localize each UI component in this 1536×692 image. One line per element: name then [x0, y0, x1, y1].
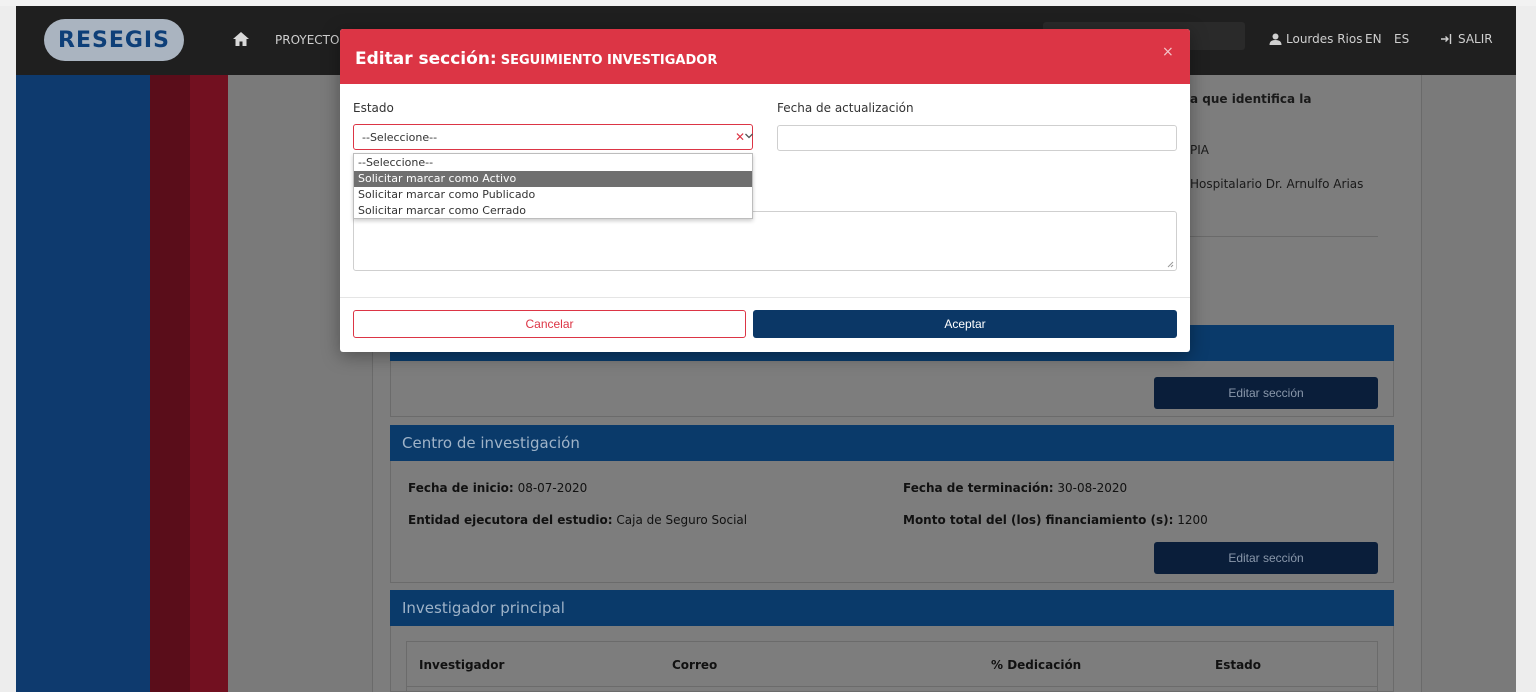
user-menu[interactable]: Lourdes Rios: [1269, 32, 1362, 46]
chevron-down-icon[interactable]: [745, 133, 753, 139]
logout-icon: [1441, 34, 1452, 44]
user-name: Lourdes Rios: [1286, 32, 1363, 46]
modal-header: Editar sección: SEGUIMIENTO INVESTIGADOR …: [340, 29, 1190, 84]
edit-section-modal: Editar sección: SEGUIMIENTO INVESTIGADOR …: [340, 29, 1190, 352]
nav-projects-link[interactable]: PROYECTO: [275, 33, 339, 47]
sidebar-red-stripe: [190, 75, 228, 692]
start-date-value: 08-07-2020: [517, 481, 588, 495]
sidebar-blue-stripe: [16, 75, 150, 692]
logo-text: RESEGIS: [58, 27, 170, 53]
status-dropdown-list: --Seleccione-- Solicitar marcar como Act…: [353, 153, 753, 219]
lang-en-link[interactable]: EN: [1365, 32, 1382, 46]
resize-grip-icon[interactable]: [1167, 261, 1174, 268]
bg-divider: [1186, 236, 1378, 237]
logo[interactable]: RESEGIS: [44, 19, 184, 61]
bg-identify-text: a que identifica la: [1190, 92, 1312, 106]
accept-button[interactable]: Aceptar: [753, 310, 1177, 338]
funding-label: Monto total del (los) financiamiento (s)…: [903, 513, 1174, 527]
table-header-dedication: % Dedicación: [991, 658, 1082, 672]
start-date-label: Fecha de inicio:: [408, 481, 514, 495]
dropdown-option-select[interactable]: --Seleccione--: [354, 155, 752, 171]
edit-section-button-1[interactable]: Editar sección: [1154, 377, 1378, 409]
dropdown-option-active[interactable]: Solicitar marcar como Activo: [354, 171, 752, 187]
modal-title-text: Editar sección:: [355, 49, 497, 69]
update-date-input[interactable]: [777, 125, 1177, 151]
observations-textarea[interactable]: [353, 211, 1177, 271]
end-date-field: Fecha de terminación: 30-08-2020: [903, 481, 1127, 495]
end-date-value: 30-08-2020: [1057, 481, 1128, 495]
table-header-status: Estado: [1215, 658, 1262, 672]
dropdown-option-closed[interactable]: Solicitar marcar como Cerrado: [354, 203, 752, 219]
funding-field: Monto total del (los) financiamiento (s)…: [903, 513, 1208, 527]
funding-value: 1200: [1177, 513, 1208, 527]
investigator-table: Investigador Correo % Dedicación Estado: [406, 641, 1378, 692]
clear-selection-icon[interactable]: ✕: [735, 131, 745, 143]
start-date-field: Fecha de inicio: 08-07-2020: [408, 481, 587, 495]
modal-footer-divider: [340, 297, 1190, 298]
home-icon[interactable]: [232, 31, 250, 47]
table-header-email: Correo: [672, 658, 718, 672]
entity-value: Caja de Seguro Social: [616, 513, 748, 527]
sidebar-darkred-stripe: [150, 75, 190, 692]
end-date-label: Fecha de terminación:: [903, 481, 1054, 495]
status-select[interactable]: --Seleccione-- ✕: [353, 124, 753, 150]
date-label: Fecha de actualización: [777, 101, 914, 115]
section-header-research-center: Centro de investigación: [390, 425, 1394, 461]
section-header-principal-investigator: Investigador principal: [390, 590, 1394, 626]
table-header-investigator: Investigador: [419, 658, 505, 672]
logout-label: SALIR: [1458, 32, 1493, 46]
modal-title-section: SEGUIMIENTO INVESTIGADOR: [500, 53, 718, 68]
modal-title: Editar sección: SEGUIMIENTO INVESTIGADOR: [355, 49, 717, 69]
cancel-button[interactable]: Cancelar: [353, 310, 746, 338]
table-row-divider: [407, 686, 1377, 687]
bg-pia-text: PIA: [1190, 143, 1209, 157]
status-label: Estado: [353, 101, 394, 115]
entity-field: Entidad ejecutora del estudio: Caja de S…: [408, 513, 747, 527]
user-icon: [1269, 33, 1282, 45]
lang-es-link[interactable]: ES: [1394, 32, 1409, 46]
status-select-value: --Seleccione--: [362, 131, 438, 144]
dropdown-option-published[interactable]: Solicitar marcar como Publicado: [354, 187, 752, 203]
entity-label: Entidad ejecutora del estudio:: [408, 513, 613, 527]
edit-section-button-2[interactable]: Editar sección: [1154, 542, 1378, 574]
bg-hospital-text: Hospitalario Dr. Arnulfo Arias: [1190, 177, 1364, 191]
close-icon[interactable]: ×: [1162, 44, 1174, 60]
logout-link[interactable]: SALIR: [1440, 32, 1493, 46]
